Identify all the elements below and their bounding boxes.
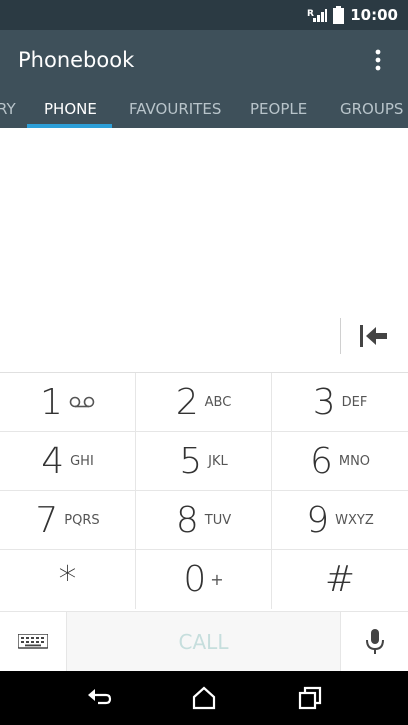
key-3[interactable]: 3 DEF xyxy=(272,373,408,432)
key-2[interactable]: 2 ABC xyxy=(136,373,272,432)
key-digit: 2 xyxy=(175,381,199,423)
key-digit: # xyxy=(324,559,356,600)
key-letters: TUV xyxy=(204,512,232,528)
tab-people[interactable]: PEOPLE xyxy=(250,100,307,118)
key-digit: 1 xyxy=(40,381,63,423)
status-time: 10:00 xyxy=(350,6,398,24)
key-digit: 5 xyxy=(179,440,203,482)
key-7[interactable]: 7 PQRS xyxy=(0,491,136,550)
dial-pad: 1 2 ABC 3 DEF 4 GHI 5 JKL 6 MNO 7 PQRS 8… xyxy=(0,373,408,611)
key-star[interactable]: * xyxy=(0,550,136,609)
key-4[interactable]: 4 GHI xyxy=(0,432,136,491)
status-indicators: R 10:00 xyxy=(307,0,398,30)
battery-icon xyxy=(333,6,345,24)
key-letters: DEF xyxy=(341,394,368,410)
app-bar: Phonebook RY PHONE FAVOURITES PEOPLE GRO… xyxy=(0,30,408,128)
key-letters: WXYZ xyxy=(335,512,374,528)
key-8[interactable]: 8 TUV xyxy=(136,491,272,550)
microphone-icon xyxy=(365,629,384,654)
keyboard-button[interactable] xyxy=(0,612,67,672)
key-digit: 4 xyxy=(41,440,65,482)
key-digit: 3 xyxy=(312,381,336,423)
recents-icon[interactable] xyxy=(297,685,323,711)
app-title: Phonebook xyxy=(18,48,135,72)
key-digit: 7 xyxy=(35,499,59,541)
key-letters: JKL xyxy=(208,453,228,469)
key-digit: * xyxy=(58,559,77,600)
key-6[interactable]: 6 MNO xyxy=(272,432,408,491)
call-log-area xyxy=(0,128,408,301)
tab-history[interactable]: RY xyxy=(0,100,16,118)
back-icon[interactable] xyxy=(86,685,112,711)
system-nav-bar xyxy=(0,671,408,725)
key-letters: + xyxy=(210,570,224,589)
call-label: CALL xyxy=(178,630,229,654)
dialer-actions: CALL xyxy=(0,611,408,672)
call-button[interactable]: CALL xyxy=(67,612,340,672)
tab-bar: RY PHONE FAVOURITES PEOPLE GROUPS xyxy=(0,90,408,128)
voice-search-button[interactable] xyxy=(340,612,408,672)
overflow-menu-icon[interactable] xyxy=(366,48,390,72)
signal-icon: R xyxy=(307,9,328,22)
key-letters: PQRS xyxy=(64,512,100,528)
key-letters: MNO xyxy=(338,453,371,469)
entry-divider xyxy=(340,318,341,354)
number-entry-field[interactable] xyxy=(0,300,408,373)
backspace-icon[interactable] xyxy=(356,322,390,350)
keyboard-icon xyxy=(18,634,48,649)
key-digit: 8 xyxy=(175,499,199,541)
key-digit: 9 xyxy=(306,499,330,541)
key-1[interactable]: 1 xyxy=(0,373,136,432)
key-5[interactable]: 5 JKL xyxy=(136,432,272,491)
roaming-indicator: R xyxy=(307,9,314,19)
key-hash[interactable]: # xyxy=(272,550,408,609)
voicemail-icon xyxy=(69,396,95,408)
key-9[interactable]: 9 WXYZ xyxy=(272,491,408,550)
key-digit: 0 xyxy=(183,559,207,600)
tab-favourites[interactable]: FAVOURITES xyxy=(129,100,221,118)
key-0[interactable]: 0 + xyxy=(136,550,272,609)
key-letters: GHI xyxy=(70,453,94,469)
home-icon[interactable] xyxy=(191,685,217,711)
tab-groups[interactable]: GROUPS xyxy=(340,100,403,118)
key-letters: ABC xyxy=(204,394,232,410)
tab-phone[interactable]: PHONE xyxy=(44,100,97,118)
status-bar: R 10:00 xyxy=(0,0,408,30)
key-digit: 6 xyxy=(309,440,333,482)
